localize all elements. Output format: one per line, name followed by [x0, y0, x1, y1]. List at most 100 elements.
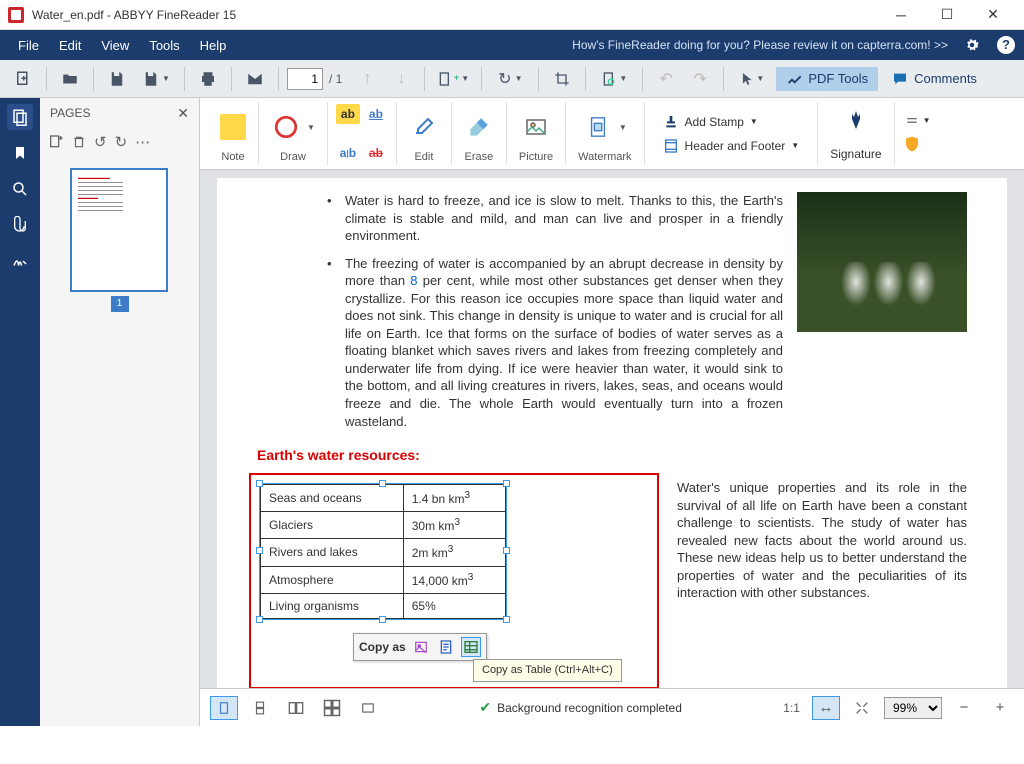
copy-as-table-tooltip: Copy as Table (Ctrl+Alt+C)	[473, 659, 622, 682]
note-label: Note	[221, 151, 244, 163]
window-title: Water_en.pdf - ABBYY FineReader 15	[32, 8, 878, 22]
delete-page-icon[interactable]	[72, 134, 86, 150]
signature-label: Signature	[830, 147, 881, 161]
zoom-in-button[interactable]: +	[986, 696, 1014, 720]
zoom-select[interactable]: 99%	[884, 697, 942, 719]
rotate-left-icon[interactable]: ↺	[94, 133, 107, 151]
minimize-button[interactable]: ─	[878, 0, 924, 30]
rotate-button[interactable]: ↻▼	[490, 64, 530, 94]
add-page-button[interactable]: +▼	[433, 64, 473, 94]
two-page-view-icon[interactable]	[282, 696, 310, 720]
pages-panel-title: PAGES	[50, 106, 90, 120]
bullet-1-text: Water is hard to freeze, and ice is slow…	[345, 192, 783, 245]
water-resources-table: Seas and oceans1.4 bn km3 Glaciers30m km…	[260, 484, 506, 619]
signatures-tab-icon[interactable]	[7, 248, 33, 274]
search-tab-icon[interactable]	[7, 176, 33, 202]
copy-as-image-icon[interactable]	[411, 637, 431, 657]
fit-width-icon[interactable]: ↔	[812, 696, 840, 720]
menu-file[interactable]: File	[8, 30, 49, 60]
status-message: Background recognition completed	[497, 701, 682, 715]
redo-button[interactable]: ↷	[685, 64, 715, 94]
two-page-continuous-icon[interactable]	[318, 696, 346, 720]
comments-button[interactable]: Comments	[882, 67, 987, 91]
bookmarks-tab-icon[interactable]	[7, 140, 33, 166]
fullscreen-icon[interactable]	[354, 696, 382, 720]
menu-edit[interactable]: Edit	[49, 30, 91, 60]
section-heading: Earth's water resources:	[257, 446, 967, 465]
menu-tools[interactable]: Tools	[139, 30, 189, 60]
picture-icon[interactable]	[521, 112, 551, 142]
ribbon-watermark-group: ▼ Watermark	[566, 102, 644, 165]
watermark-label: Watermark	[578, 151, 631, 163]
ribbon-draw-group: ▼ Draw	[259, 102, 328, 165]
zoom-out-button[interactable]: −	[950, 696, 978, 720]
prev-page-button[interactable]: ↑	[352, 64, 382, 94]
zoom-actual-icon[interactable]: 1:1	[779, 696, 804, 720]
edit-icon[interactable]	[409, 112, 439, 142]
review-link[interactable]: How's FineReader doing for you? Please r…	[572, 38, 948, 52]
pdf-tools-button[interactable]: PDF Tools	[776, 67, 878, 91]
pdf-tools-label: PDF Tools	[808, 71, 868, 86]
open-button[interactable]	[55, 64, 85, 94]
copy-as-text-icon[interactable]	[436, 637, 456, 657]
header-footer-button[interactable]: Header and Footer ▼	[657, 136, 806, 156]
document-viewport[interactable]: • Water is hard to freeze, and ice is sl…	[200, 170, 1024, 688]
app-icon	[8, 7, 24, 23]
close-button[interactable]: ✕	[970, 0, 1016, 30]
email-button[interactable]	[240, 64, 270, 94]
insert-text-icon[interactable]: a|b	[336, 143, 360, 163]
settings-icon[interactable]	[962, 35, 982, 55]
undo-button[interactable]: ↶	[651, 64, 681, 94]
add-stamp-button[interactable]: Add Stamp ▼	[657, 112, 806, 132]
page-thumbnail[interactable]: ▬▬▬▬▬▬▬▬ ▬▬▬▬▬▬▬▬▬▬▬▬▬▬▬▬▬▬▬▬▬▬▬▬▬▬▬▬▬▬▬…	[70, 168, 168, 292]
table-row: Seas and oceans1.4 bn km3	[261, 485, 506, 512]
new-doc-button[interactable]	[8, 64, 38, 94]
add-page-icon[interactable]	[48, 134, 64, 150]
shield-icon[interactable]	[903, 134, 931, 154]
main-toolbar: ▼ / 1 ↑ ↓ +▼ ↻▼ ▼ ↶ ↷ ▼ PDF Tools Commen…	[0, 60, 1024, 98]
strikethrough-icon[interactable]: ab	[364, 143, 388, 163]
pages-panel-tools: ↺ ↻ ⋯	[40, 128, 199, 156]
ribbon-erase-group: Erase	[452, 102, 507, 165]
next-page-button[interactable]: ↓	[386, 64, 416, 94]
single-page-view-icon[interactable]	[210, 696, 238, 720]
cursor-mode-button[interactable]: ▼	[732, 64, 772, 94]
table-row: Glaciers30m km3	[261, 512, 506, 539]
signature-icon[interactable]	[841, 106, 871, 136]
more-icon[interactable]: ⋯	[135, 133, 150, 151]
watermark-icon[interactable]	[583, 112, 613, 142]
picture-label: Picture	[519, 151, 553, 163]
attachments-tab-icon[interactable]	[7, 212, 33, 238]
draw-icon[interactable]	[271, 112, 301, 142]
protect-menu-button[interactable]: ▼	[903, 114, 931, 128]
recognize-button[interactable]: ▼	[594, 64, 634, 94]
underline-icon[interactable]: ab	[364, 104, 388, 124]
print-button[interactable]	[193, 64, 223, 94]
fit-page-icon[interactable]	[848, 696, 876, 720]
help-icon[interactable]: ?	[996, 35, 1016, 55]
page-number-input[interactable]	[287, 68, 323, 90]
maximize-button[interactable]: ☐	[924, 0, 970, 30]
erase-icon[interactable]	[464, 112, 494, 142]
pages-tab-icon[interactable]	[7, 104, 33, 130]
menu-help[interactable]: Help	[190, 30, 237, 60]
side-paragraph: Water's unique properties and its role i…	[677, 473, 967, 602]
table-selection-area[interactable]: Seas and oceans1.4 bn km3 Glaciers30m km…	[249, 473, 659, 688]
crop-button[interactable]	[547, 64, 577, 94]
edit-ribbon: Note ▼ Draw ab ab a|b ab Edit	[200, 98, 1024, 170]
continuous-view-icon[interactable]	[246, 696, 274, 720]
menu-view[interactable]: View	[91, 30, 139, 60]
draw-label: Draw	[280, 151, 306, 163]
selection-box[interactable]: Seas and oceans1.4 bn km3 Glaciers30m km…	[259, 483, 507, 620]
pages-panel-close-icon[interactable]: ✕	[177, 105, 189, 122]
save-as-button[interactable]: ▼	[136, 64, 176, 94]
note-icon[interactable]	[220, 114, 246, 140]
highlight-icon[interactable]: ab	[336, 104, 360, 124]
copy-as-label: Copy as	[359, 639, 406, 655]
rotate-right-icon[interactable]: ↻	[115, 133, 128, 151]
save-button[interactable]	[102, 64, 132, 94]
copy-as-popup: Copy as	[353, 633, 487, 661]
page-total-label: / 1	[329, 72, 342, 86]
copy-as-table-icon[interactable]	[461, 637, 481, 657]
page-thumbnail-number: 1	[111, 296, 129, 312]
